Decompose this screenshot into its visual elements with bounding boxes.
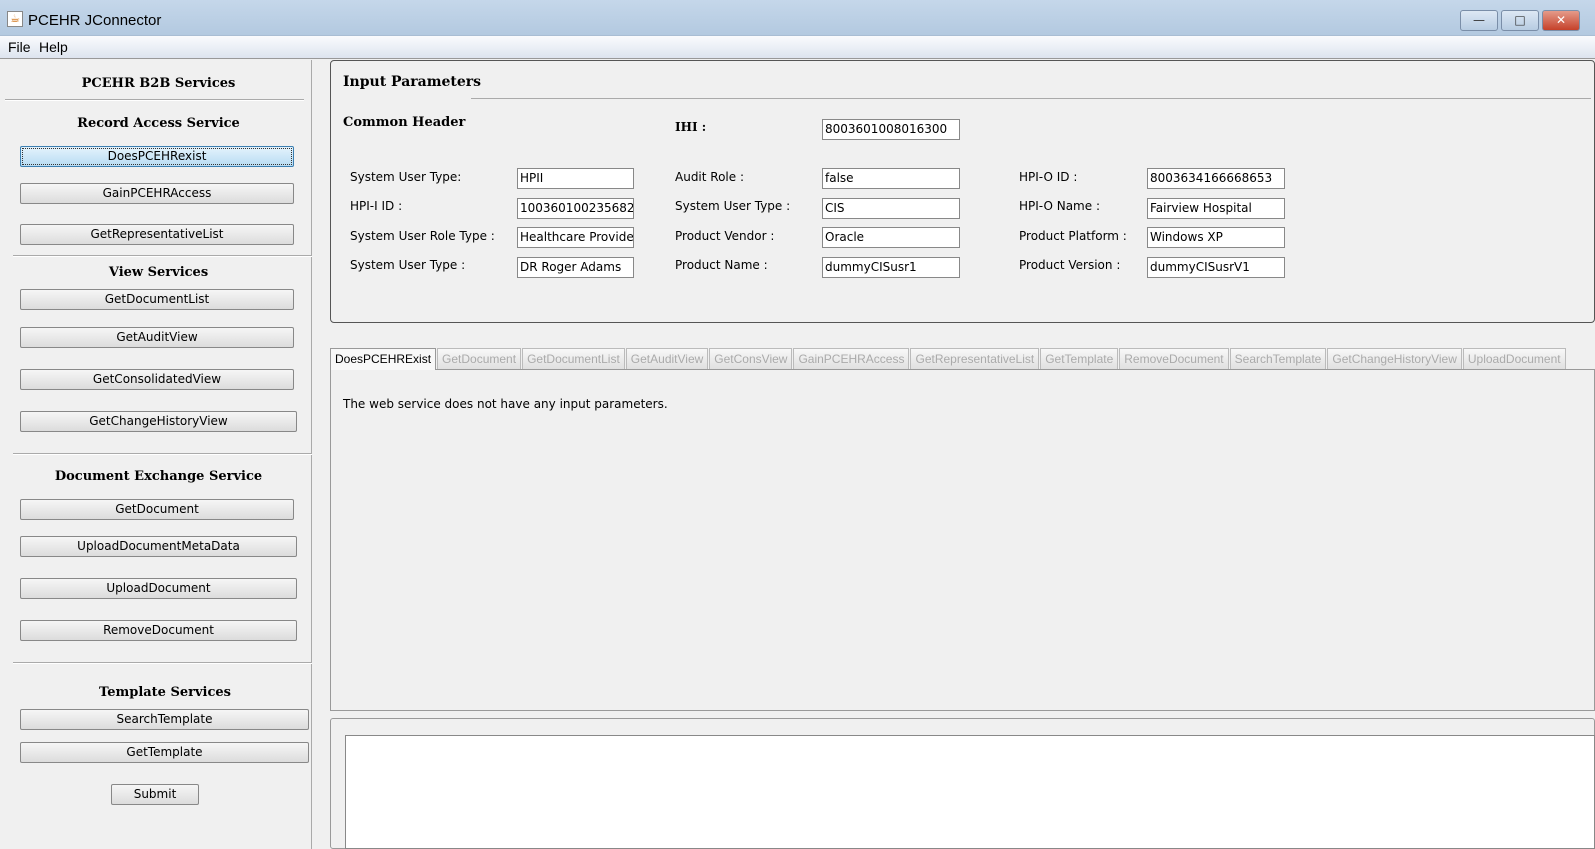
divider: [471, 98, 1591, 99]
window-title: PCEHR JConnector: [28, 12, 162, 29]
menu-help[interactable]: Help: [39, 39, 68, 55]
system-user-type-field[interactable]: HPII: [517, 168, 634, 189]
close-button[interactable]: ✕: [1542, 10, 1580, 31]
tab-get-document[interactable]: GetDocument: [437, 348, 522, 369]
java-icon: ☕: [7, 11, 23, 27]
system-user-name-label: System User Type :: [350, 258, 466, 272]
ihi-field[interactable]: 8003601008016300: [822, 119, 960, 140]
hpio-name-field[interactable]: Fairview Hospital: [1147, 198, 1285, 219]
section-view-services: View Services: [108, 265, 209, 280]
tab-get-representative-list[interactable]: GetRepresentativeList: [910, 348, 1040, 369]
divider: [13, 662, 312, 664]
output-textarea[interactable]: [345, 735, 1595, 849]
hpio-id-label: HPI-O ID :: [1019, 170, 1078, 184]
service-tabs: DoesPCEHRExist GetDocument GetDocumentLi…: [330, 348, 1595, 370]
product-name-label: Product Name :: [675, 258, 768, 272]
services-panel: PCEHR B2B Services Record Access Service…: [5, 60, 312, 849]
product-vendor-field[interactable]: Oracle: [822, 227, 960, 248]
upload-document-metadata-button[interactable]: UploadDocumentMetaData: [20, 536, 297, 557]
get-consolidated-view-button[interactable]: GetConsolidatedView: [20, 369, 294, 390]
get-representative-list-button[interactable]: GetRepresentativeList: [20, 224, 294, 245]
tab-message: The web service does not have any input …: [343, 397, 668, 411]
tab-upload-document[interactable]: UploadDocument: [1462, 348, 1566, 369]
audit-role-field[interactable]: false: [822, 168, 960, 189]
divider: [5, 99, 304, 101]
divider: [13, 453, 312, 455]
hpii-id-field[interactable]: 1003601002356827: [517, 198, 634, 219]
system-user-name-field[interactable]: DR Roger Adams: [517, 257, 634, 278]
tab-get-change-history-view[interactable]: GetChangeHistoryView: [1327, 348, 1462, 369]
services-title: PCEHR B2B Services: [81, 76, 236, 91]
product-platform-field[interactable]: Windows XP: [1147, 227, 1285, 248]
minimize-button[interactable]: —: [1460, 10, 1498, 31]
hpio-id-field[interactable]: 8003634166668653: [1147, 168, 1285, 189]
tab-gain-pcehr-access[interactable]: GainPCEHRAccess: [793, 348, 910, 369]
maximize-button[interactable]: □: [1501, 10, 1539, 31]
tab-get-cons-view[interactable]: GetConsView: [709, 348, 793, 369]
system-user-type-2-label: System User Type :: [675, 199, 791, 213]
divider: [13, 255, 312, 257]
input-parameters-title: Input Parameters: [343, 74, 482, 90]
tab-get-template[interactable]: GetTemplate: [1040, 348, 1119, 369]
submit-button[interactable]: Submit: [111, 784, 199, 805]
get-document-list-button[interactable]: GetDocumentList: [20, 289, 294, 310]
get-template-button[interactable]: GetTemplate: [20, 742, 309, 763]
product-vendor-label: Product Vendor :: [675, 229, 775, 243]
section-document-exchange: Document Exchange Service: [54, 469, 263, 484]
tab-get-audit-view[interactable]: GetAuditView: [625, 348, 709, 369]
ihi-label: IHI :: [675, 120, 707, 134]
get-document-button[interactable]: GetDocument: [20, 499, 294, 520]
audit-role-label: Audit Role :: [675, 170, 744, 184]
tab-get-document-list[interactable]: GetDocumentList: [522, 348, 625, 369]
product-version-field[interactable]: dummyCISusrV1: [1147, 257, 1285, 278]
gain-pcehr-access-button[interactable]: GainPCEHRAccess: [20, 183, 294, 204]
system-user-role-type-label: System User Role Type :: [350, 229, 495, 243]
section-record-access: Record Access Service: [77, 116, 240, 131]
search-template-button[interactable]: SearchTemplate: [20, 709, 309, 730]
system-user-type-2-field[interactable]: CIS: [822, 198, 960, 219]
tab-remove-document[interactable]: RemoveDocument: [1119, 348, 1229, 369]
remove-document-button[interactable]: RemoveDocument: [20, 620, 297, 641]
title-bar: ☕ PCEHR JConnector — □ ✕: [0, 0, 1595, 36]
product-platform-label: Product Platform :: [1019, 229, 1127, 243]
system-user-type-label: System User Type:: [350, 170, 462, 184]
product-version-label: Product Version :: [1019, 258, 1121, 272]
tab-content: The web service does not have any input …: [330, 369, 1595, 711]
upload-document-button[interactable]: UploadDocument: [20, 578, 297, 599]
section-template-services: Template Services: [99, 685, 231, 700]
get-audit-view-button[interactable]: GetAuditView: [20, 327, 294, 348]
hpio-name-label: HPI-O Name :: [1019, 199, 1100, 213]
tab-does-pcehr-exist[interactable]: DoesPCEHRExist: [330, 348, 437, 370]
product-name-field[interactable]: dummyCISusr1: [822, 257, 960, 278]
menu-file[interactable]: File: [8, 39, 31, 55]
system-user-role-type-field[interactable]: Healthcare Provider: [517, 227, 634, 248]
does-pcehr-exist-button[interactable]: DoesPCEHRexist: [20, 146, 294, 167]
menu-bar: File Help: [0, 36, 1595, 59]
common-header-label: Common Header: [343, 115, 466, 130]
tab-search-template[interactable]: SearchTemplate: [1229, 348, 1327, 369]
hpii-id-label: HPI-I ID :: [350, 199, 403, 213]
get-change-history-view-button[interactable]: GetChangeHistoryView: [20, 411, 297, 432]
input-parameters-panel: Input Parameters Common Header IHI : 800…: [330, 60, 1595, 323]
